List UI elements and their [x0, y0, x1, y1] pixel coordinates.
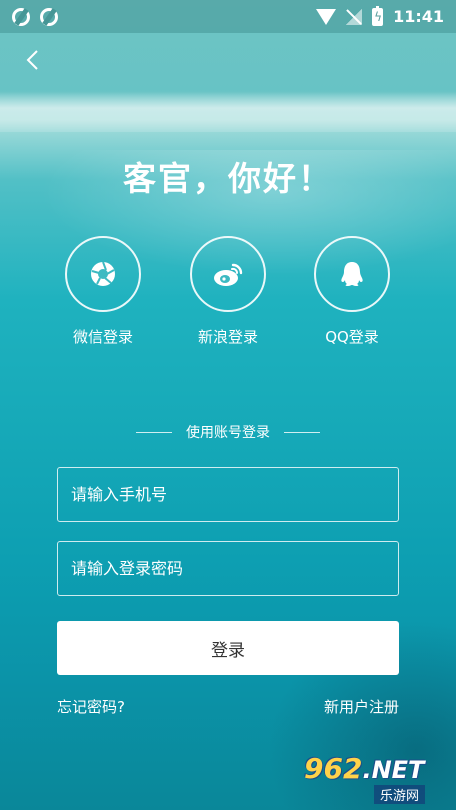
forgot-password-link[interactable]: 忘记密码?: [57, 696, 125, 717]
qq-login-label: QQ登录: [325, 328, 379, 346]
wechat-login-button[interactable]: 微信登录: [48, 236, 158, 347]
chevron-left-icon: [26, 50, 38, 70]
status-time: 11:41: [393, 7, 444, 26]
divider-line: [284, 431, 320, 433]
divider-text: 使用账号登录: [186, 425, 270, 441]
weibo-icon: [214, 263, 243, 286]
register-link[interactable]: 新用户注册: [324, 696, 399, 717]
login-button[interactable]: 登录: [57, 621, 399, 675]
social-login-group: 微信登录 新浪登录 QQ登录: [0, 236, 456, 351]
wechat-login-label: 微信登录: [72, 328, 133, 346]
back-button[interactable]: [22, 48, 44, 72]
watermark-sub: 乐游网: [374, 785, 426, 804]
status-bar: 11:41: [0, 0, 456, 33]
qq-login-button[interactable]: QQ登录: [297, 236, 407, 347]
foam-overlay: [0, 92, 456, 132]
wechat-shutter-icon: [91, 261, 115, 286]
divider-line: [136, 431, 172, 433]
watermark-domain: .NET: [362, 756, 425, 784]
password-input[interactable]: [57, 541, 399, 596]
no-signal-icon: [346, 8, 363, 25]
account-login-divider: 使用账号登录: [0, 422, 456, 442]
weibo-login-button[interactable]: 新浪登录: [173, 236, 283, 347]
watermark-logo: 962.NET 乐游网: [304, 754, 450, 804]
battery-charging-icon: [372, 5, 384, 26]
weibo-login-label: 新浪登录: [197, 328, 258, 346]
watermark-number: 962: [304, 752, 363, 785]
auth-links: 忘记密码? 新用户注册: [57, 696, 399, 717]
greeting-title: 客官，你好！: [123, 159, 333, 198]
app-icon: [12, 7, 30, 26]
app-icon: [40, 7, 58, 26]
qq-penguin-icon: [341, 262, 363, 286]
phone-input[interactable]: [57, 467, 399, 522]
wifi-icon: [316, 8, 337, 25]
